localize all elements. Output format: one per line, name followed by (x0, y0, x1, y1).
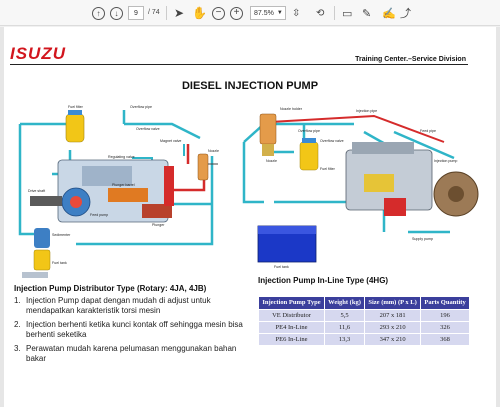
table-row: VE Distributor 5,5 207 x 181 196 (258, 309, 470, 322)
label-feed-pipe: Feed pipe (420, 129, 436, 133)
header-size: Size (mm) (P x L) (364, 296, 422, 310)
page-up-button[interactable]: ↑ (92, 6, 105, 20)
table-row: PE4 In-Line 11,6 293 x 210 326 (258, 321, 470, 334)
table-cell: 347 x 210 (364, 333, 422, 346)
slide-title: DIESEL INJECTION PUMP (181, 80, 319, 92)
distributor-pump-svg: Fuel filter Overflow pipe Overflow valve… (12, 104, 224, 282)
inline-caption: Injection Pump In-Line Type (4HG) (258, 276, 389, 285)
label-magnet-valve: Magnet valve (160, 139, 181, 143)
header-divider (10, 64, 468, 65)
bullet-number: 3. (14, 344, 21, 353)
table-cell: PE6 In-Line (258, 333, 325, 346)
nozzle-shape (197, 153, 209, 181)
table-cell: 196 (420, 309, 470, 322)
inline-pump-diagram: Nozzle holder Injection pipe Overflow pi… (234, 102, 480, 272)
zoom-out-button[interactable]: − (212, 6, 225, 20)
table-cell: 13,3 (323, 333, 366, 346)
zoom-in-button[interactable]: + (230, 6, 243, 20)
table-header-row: Injection Pump Type Weight (kg) Size (mm… (258, 296, 470, 310)
highlight-button[interactable]: ✎ (362, 6, 371, 20)
label-fuel-tank-right: Fuel tank (274, 265, 289, 269)
fit-page-button[interactable]: ⇳ (292, 6, 300, 20)
toolbar-divider (166, 6, 167, 20)
table-cell: 326 (420, 321, 470, 334)
header-parts-quantity: Parts Quantity (420, 296, 470, 310)
label-overflow-valve: Overflow valve (136, 127, 160, 131)
zoom-value: 87.5% (254, 9, 274, 17)
label-overflow-pipe-right: Overflow pipe (298, 129, 320, 133)
toolbar-divider-2 (334, 6, 335, 20)
inline-pump-svg: Nozzle holder Injection pipe Overflow pi… (234, 102, 480, 272)
arrow-up-icon: ↑ (92, 6, 105, 20)
label-plunger: Plunger (152, 223, 165, 227)
label-fuel-tank: Fuel tank (52, 261, 67, 265)
pen-icon: ✎ (362, 7, 372, 20)
label-injection-pump: Injection pump (434, 159, 457, 163)
division-label: Training Center.–Service Division (355, 56, 466, 63)
page-total: / 74 (148, 9, 160, 16)
table-cell: PE4 In-Line (258, 321, 325, 334)
table-cell: 293 x 210 (364, 321, 422, 334)
page-number-input[interactable]: 9 (128, 6, 144, 20)
bullet-number: 1. (14, 296, 21, 305)
sign-button[interactable]: ✍ (382, 6, 396, 20)
isuzu-logo: ISUZU (10, 44, 66, 63)
list-item: 2. Injection berhenti ketika kunci kontak… (14, 320, 254, 340)
distributor-caption: Injection Pump Distributor Type (Rotary:… (14, 284, 207, 293)
list-item: 3. Perawatan mudah karena pelumasan mengg… (14, 344, 254, 364)
label-nozzle-right: Nozzle (266, 159, 277, 163)
rotate-button[interactable]: ⟲ (316, 6, 324, 20)
distributor-pump-diagram: Fuel filter Overflow pipe Overflow valve… (12, 104, 224, 282)
label-overflow-pipe: Overflow pipe (130, 105, 152, 109)
plus-icon: + (230, 6, 243, 20)
hand-icon: ✋ (192, 6, 207, 20)
table-cell: 207 x 181 (364, 309, 422, 322)
bullet-text: Injection berhenti ketika kunci kontak o… (26, 320, 243, 339)
comment-icon: ▭ (342, 7, 353, 20)
rotate-icon: ⟲ (316, 7, 325, 19)
header-weight: Weight (kg) (323, 296, 366, 310)
feature-list: 1. Injection Pump dapat dengan mudah di a… (14, 296, 254, 368)
table-cell: 368 (420, 333, 470, 346)
fuel-filter-shape-right (299, 141, 319, 171)
label-nozzle: Nozzle (208, 149, 219, 153)
bullet-number: 2. (14, 320, 21, 329)
label-plunger-barrel: Plunger barrel (112, 183, 135, 187)
label-drive-shaft: Drive shaft (28, 189, 45, 193)
fit-page-icon: ⇳ (292, 7, 301, 19)
zoom-select[interactable]: 87.5% ▼ (250, 6, 286, 20)
table-cell: 5,5 (323, 309, 366, 322)
table-cell: 11,6 (323, 321, 366, 334)
label-overflow-valve-right: Overflow valve (320, 139, 344, 143)
label-supply-pump: Supply pump (412, 237, 433, 241)
page-down-button[interactable]: ↓ (110, 6, 123, 20)
bullet-text: Injection Pump dapat dengan mudah di adj… (26, 296, 211, 315)
pump-comparison-table: Injection Pump Type Weight (kg) Size (mm… (258, 296, 470, 346)
label-regulating-valve: Regulating valve (108, 155, 135, 159)
nozzle-holder-shape (259, 113, 277, 145)
label-fuel-filter: Fuel filter (68, 105, 84, 109)
select-tool-button[interactable]: ➤ (174, 6, 184, 20)
arrow-down-icon: ↓ (110, 6, 123, 20)
signature-icon: ✍ (382, 7, 396, 20)
hand-tool-button[interactable]: ✋ (192, 6, 207, 20)
table-row: PE6 In-Line 13,3 347 x 210 368 (258, 333, 470, 346)
chevron-down-icon: ▼ (276, 10, 283, 16)
header-pump-type: Injection Pump Type (258, 296, 325, 310)
label-fuel-filter-right: Fuel filter (320, 167, 336, 171)
label-sedimenter: Sedimenter (52, 233, 71, 237)
share-button[interactable]: ⤴ (400, 6, 411, 20)
fuel-filter-shape (65, 113, 85, 143)
label-nozzle-holder: Nozzle holder (280, 107, 303, 111)
share-icon: ⤴ (400, 8, 411, 20)
bullet-text: Perawatan mudah karena pelumasan menggun… (26, 344, 237, 363)
pdf-toolbar: ↑ ↓ 9 / 74 ➤ ✋ − + 87.5% ▼ ⇳ ⟲ ▭ ✎ ✍ ⤴ (0, 0, 500, 26)
label-feed-pump: Feed pump (90, 213, 108, 217)
minus-icon: − (212, 6, 225, 20)
table-cell: VE Distributor (258, 309, 325, 322)
comment-button[interactable]: ▭ (342, 6, 352, 20)
list-item: 1. Injection Pump dapat dengan mudah di a… (14, 296, 254, 316)
label-injection-pipe: Injection pipe (356, 109, 377, 113)
cursor-icon: ➤ (174, 6, 185, 20)
